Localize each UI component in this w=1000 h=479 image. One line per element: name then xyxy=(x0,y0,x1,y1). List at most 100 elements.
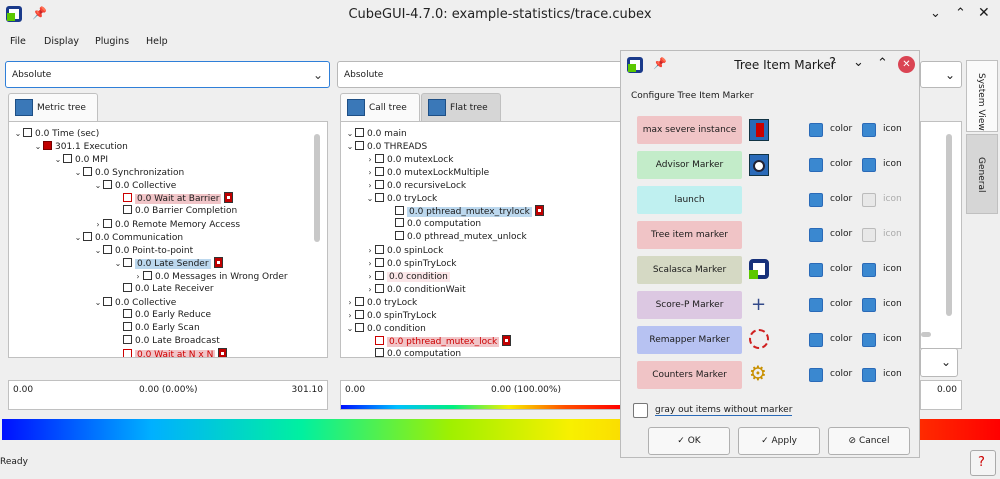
menu-help[interactable]: Help xyxy=(146,36,168,47)
marker-7-button[interactable]: Remapper Marker xyxy=(637,326,742,354)
tab-system-view[interactable]: System View xyxy=(966,60,998,132)
tree-node[interactable]: 0.0 Late Receiver xyxy=(123,283,214,296)
tree-node[interactable]: › 0.0 tryLock xyxy=(345,296,417,309)
tree-node[interactable]: › 0.0 recursiveLock xyxy=(365,179,466,192)
vertical-scrollbar[interactable] xyxy=(946,134,952,316)
apply-button[interactable]: ✓ Apply xyxy=(738,427,820,455)
remapper-cycle-icon xyxy=(749,329,771,351)
marker-3-color-checkbox[interactable] xyxy=(809,193,823,207)
marker-3-button[interactable]: launch xyxy=(637,186,742,214)
marker-2-icon-checkbox[interactable] xyxy=(862,158,876,172)
tree-node[interactable]: › 0.0 spinTryLock xyxy=(345,309,437,322)
tree-node[interactable]: 0.0 Wait at N x N xyxy=(123,348,228,357)
tree-node[interactable]: 0.0 pthread_mutex_lock xyxy=(375,335,512,348)
marker-3-icon-checkbox[interactable] xyxy=(862,193,876,207)
help-button[interactable]: ? xyxy=(970,450,996,476)
metric-value-mode-select[interactable]: Absolute ⌄ xyxy=(5,61,330,88)
tree-node[interactable]: ⌄ 0.0 Late Sender xyxy=(113,257,223,270)
tree-node[interactable]: ⌄ 0.0 THREADS xyxy=(345,140,427,153)
call-value-mode-select[interactable]: Absolute xyxy=(337,61,627,88)
tree-node[interactable]: ⌄ 0.0 condition xyxy=(345,322,426,335)
tree-node[interactable]: › 0.0 Remote Memory Access xyxy=(93,218,240,231)
tree-node[interactable]: › 0.0 spinLock xyxy=(365,244,443,257)
tree-node[interactable]: ⌄ 0.0 Collective xyxy=(93,179,176,192)
maximize-chevron-icon[interactable]: ⌃ xyxy=(955,6,966,21)
tree-node[interactable]: ⌄ 301.1 Execution xyxy=(33,140,128,153)
tree-node[interactable]: ⌄ 0.0 Synchronization xyxy=(73,166,184,179)
marker-8-icon-checkbox[interactable] xyxy=(862,368,876,382)
marker-1-icon-checkbox[interactable] xyxy=(862,123,876,137)
dialog-title: Tree Item Marker xyxy=(734,58,836,72)
tree-node[interactable]: 0.0 pthread_mutex_trylock xyxy=(395,205,544,218)
minimize-chevron-icon[interactable]: ⌄ xyxy=(853,55,864,70)
tree-node[interactable]: ⌄ 0.0 Point-to-point xyxy=(93,244,193,257)
tree-node[interactable]: › 0.0 mutexLock xyxy=(365,153,453,166)
scale-max-label: 301.10 xyxy=(291,385,324,395)
tree-node[interactable]: › 0.0 condition xyxy=(365,270,450,283)
close-icon[interactable]: ✕ xyxy=(898,56,915,73)
tree-node[interactable]: ⌄ 0.0 main xyxy=(345,127,407,140)
tree-node[interactable]: 0.0 computation xyxy=(375,348,461,357)
tree-node[interactable]: ⌄ 0.0 Time (sec) xyxy=(13,127,99,140)
minimize-chevron-icon[interactable]: ⌄ xyxy=(930,6,941,21)
tree-node[interactable]: ⌄ 0.0 Collective xyxy=(93,296,176,309)
tree-node[interactable]: ⌄ 0.0 Communication xyxy=(73,231,183,244)
tab-flat-tree[interactable]: Flat tree xyxy=(421,93,501,121)
tree-node[interactable]: › 0.0 mutexLockMultiple xyxy=(365,166,489,179)
tree-node[interactable]: 0.0 Barrier Completion xyxy=(123,205,237,218)
tree-node[interactable]: 0.0 Late Broadcast xyxy=(123,335,220,348)
color-label: color xyxy=(830,194,853,204)
grayout-checkbox[interactable] xyxy=(633,403,648,418)
close-icon[interactable]: ✕ xyxy=(978,5,990,21)
metric-value-scale: 0.00 0.00 (0.00%) 301.10 xyxy=(8,380,328,410)
marker-7-icon-checkbox[interactable] xyxy=(862,333,876,347)
tree-node[interactable]: › 0.0 conditionWait xyxy=(365,283,466,296)
tree-node[interactable]: 0.0 Wait at Barrier xyxy=(123,192,234,205)
marker-5-color-checkbox[interactable] xyxy=(809,263,823,277)
tree-node[interactable]: ⌄ 0.0 MPI xyxy=(53,153,108,166)
tree-node[interactable]: 0.0 computation xyxy=(395,218,481,231)
marker-8-color-checkbox[interactable] xyxy=(809,368,823,382)
icon-label: icon xyxy=(883,159,902,169)
maximize-chevron-icon[interactable]: ⌃ xyxy=(877,56,888,71)
tree-node[interactable]: 0.0 Early Reduce xyxy=(123,309,211,322)
marker-4-button[interactable]: Tree item marker xyxy=(637,221,742,249)
system-option-select[interactable]: ⌄ xyxy=(920,348,958,377)
tab-metric-tree[interactable]: Metric tree xyxy=(8,93,98,121)
tab-call-tree[interactable]: Call tree xyxy=(340,93,420,121)
marker-6-button[interactable]: Score-P Marker xyxy=(637,291,742,319)
marker-5-icon-checkbox[interactable] xyxy=(862,263,876,277)
cancel-button[interactable]: ⊘ Cancel xyxy=(828,427,910,455)
vertical-scrollbar[interactable] xyxy=(314,134,320,242)
menu-file[interactable]: File xyxy=(10,36,26,47)
chevron-down-icon: ⌄ xyxy=(944,68,955,82)
help-icon: ? xyxy=(978,455,985,470)
marker-1-button[interactable]: max severe instance xyxy=(637,116,742,144)
marker-2-button[interactable]: Advisor Marker xyxy=(637,151,742,179)
tree-node[interactable]: › 0.0 Messages in Wrong Order xyxy=(133,270,288,283)
marker-7-color-checkbox[interactable] xyxy=(809,333,823,347)
tree-node[interactable]: › 0.0 spinTryLock xyxy=(365,257,457,270)
marker-2-color-checkbox[interactable] xyxy=(809,158,823,172)
ok-button[interactable]: ✓ OK xyxy=(648,427,730,455)
marker-8-button[interactable]: Counters Marker xyxy=(637,361,742,389)
marker-6-color-checkbox[interactable] xyxy=(809,298,823,312)
horizontal-scrollbar[interactable] xyxy=(921,332,931,337)
marker-4-icon-checkbox[interactable] xyxy=(862,228,876,242)
menu-plugins[interactable]: Plugins xyxy=(95,36,129,47)
help-icon[interactable]: ? xyxy=(829,56,836,71)
menu-display[interactable]: Display xyxy=(44,36,79,47)
tab-metric-tree-label: Metric tree xyxy=(37,103,86,113)
tab-general[interactable]: General xyxy=(966,134,998,214)
tree-node[interactable]: 0.0 pthread_mutex_unlock xyxy=(395,231,527,244)
marker-5-button[interactable]: Scalasca Marker xyxy=(637,256,742,284)
tree-node[interactable]: 0.0 Early Scan xyxy=(123,322,200,335)
tree-node[interactable]: ⌄ 0.0 tryLock xyxy=(365,192,437,205)
marker-1-color-checkbox[interactable] xyxy=(809,123,823,137)
marker-6-icon-checkbox[interactable] xyxy=(862,298,876,312)
window-title: CubeGUI-4.7.0: example-statistics/trace.… xyxy=(348,7,652,22)
marker-4-color-checkbox[interactable] xyxy=(809,228,823,242)
color-label: color xyxy=(830,334,853,344)
system-value-mode-select[interactable]: ⌄ xyxy=(920,61,962,88)
red-marker-icon xyxy=(749,119,771,141)
